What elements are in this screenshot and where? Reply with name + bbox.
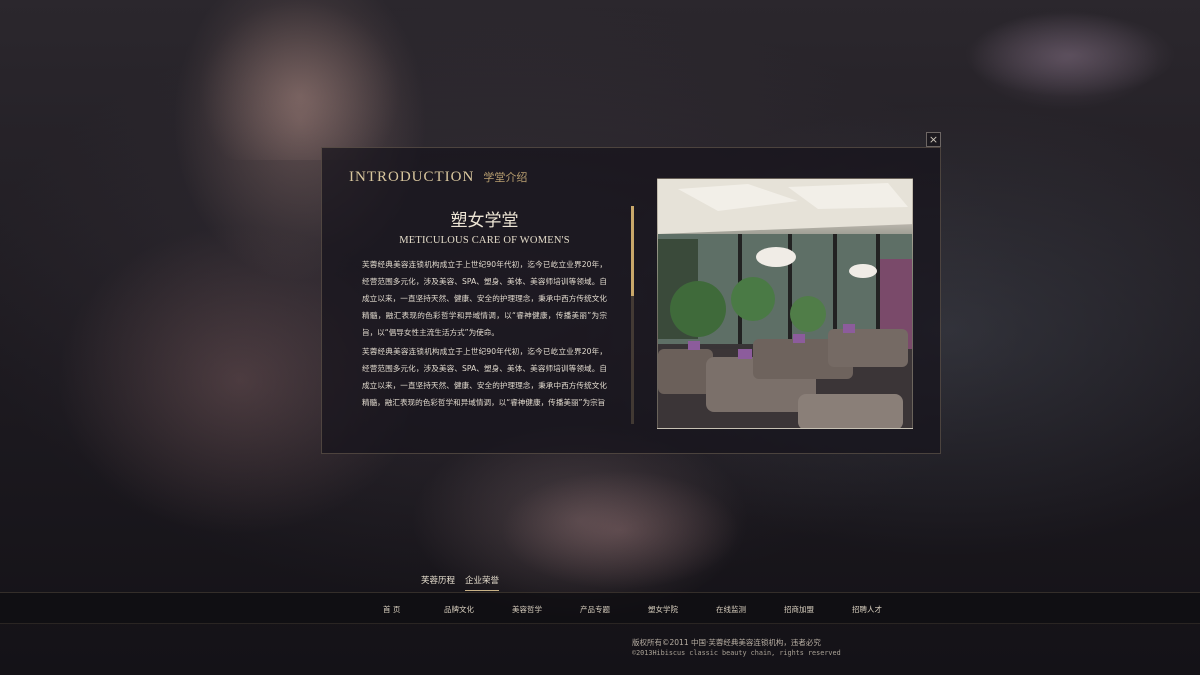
subtab-honors[interactable]: 企业荣誉	[465, 574, 500, 591]
text-scrollbar[interactable]	[631, 206, 634, 424]
heading-en: INTRODUCTION	[349, 169, 475, 185]
nav-beauty-philosophy[interactable]: 美容哲学	[512, 604, 542, 615]
close-icon: ×	[928, 133, 939, 146]
introduction-modal: INTRODUCTION 学堂介绍 塑女学堂 METICULOUS CARE O…	[321, 147, 941, 454]
modal-heading: INTRODUCTION 学堂介绍	[349, 166, 527, 186]
nav-brand-culture[interactable]: 品牌文化	[444, 604, 474, 615]
heading-cn: 学堂介绍	[483, 171, 528, 184]
scrollbar-thumb[interactable]	[631, 206, 634, 296]
footer-copyright-cn: 版权所有©2011 中国·芙蓉经典美容连锁机构，违者必究	[632, 638, 821, 647]
nav-product-topics[interactable]: 产品专题	[580, 604, 610, 615]
nav-online-monitor[interactable]: 在线监测	[716, 604, 746, 615]
main-nav: 首 页 品牌文化 美容哲学 产品专题 塑女学院 在线监测 招商加盟 招聘人才	[0, 592, 1200, 624]
footer: 版权所有©2011 中国·芙蓉经典美容连锁机构，违者必究 ©2013Hibisc…	[632, 637, 841, 659]
lounge-photo	[657, 178, 913, 429]
intro-text-column: 塑女学堂 METICULOUS CARE OF WOMEN'S 芙蓉经典美容连锁…	[362, 206, 607, 416]
nav-home[interactable]: 首 页	[383, 604, 400, 615]
sub-tabs: 芙蓉历程 企业荣誉	[421, 574, 509, 591]
nav-academy[interactable]: 塑女学院	[648, 604, 678, 615]
close-button[interactable]: ×	[926, 132, 941, 147]
woman-figure	[200, 0, 400, 160]
section-title-cn: 塑女学堂	[450, 211, 519, 231]
section-title-en: METICULOUS CARE OF WOMEN'S	[399, 235, 570, 246]
glow-orb	[970, 10, 1160, 110]
intro-body-text: 芙蓉经典美容连锁机构成立于上世纪90年代初，迄今已屹立业界20年，经营范围多元化…	[362, 256, 607, 414]
nav-careers[interactable]: 招聘人才	[852, 604, 882, 615]
hand-silhouette	[500, 470, 740, 590]
intro-paragraph: 芙蓉经典美容连锁机构成立于上世纪90年代初，迄今已屹立业界20年，经营范围多元化…	[362, 260, 607, 337]
subtab-history[interactable]: 芙蓉历程	[421, 574, 455, 590]
lounge-photo-illustration	[658, 179, 912, 428]
intro-paragraph: 芙蓉经典美容连锁机构成立于上世纪90年代初，迄今已屹立业界20年，经营范围多元化…	[362, 347, 607, 407]
footer-copyright-en: ©2013Hibiscus classic beauty chain, righ…	[632, 649, 841, 657]
nav-franchise[interactable]: 招商加盟	[784, 604, 814, 615]
